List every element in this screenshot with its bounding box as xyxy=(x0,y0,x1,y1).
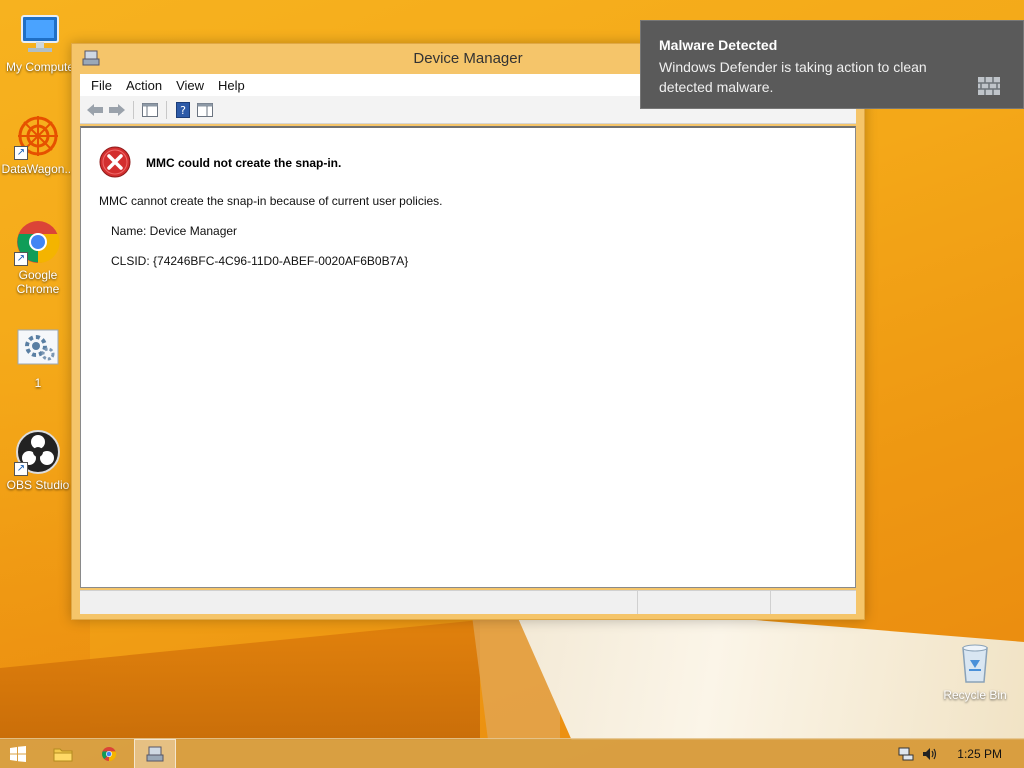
recycle-bin-icon xyxy=(962,644,988,683)
tray-volume[interactable] xyxy=(920,739,940,768)
error-icon xyxy=(99,146,131,178)
device-manager-window[interactable]: Device Manager File Action View Help ? M… xyxy=(71,43,865,620)
status-bar xyxy=(80,590,856,614)
volume-icon xyxy=(923,748,937,760)
desktop-icon-obs[interactable]: ↗ OBS Studio xyxy=(0,428,76,492)
help-button[interactable]: ? xyxy=(172,99,194,121)
taskbar-mmc[interactable] xyxy=(134,739,176,768)
menu-help[interactable]: Help xyxy=(211,78,252,93)
taskbar-file-explorer[interactable] xyxy=(44,739,82,768)
toolbar-separator xyxy=(133,100,134,119)
properties-button[interactable] xyxy=(194,99,216,121)
desktop-icon-label: Recycle Bin xyxy=(943,688,1007,702)
menu-action[interactable]: Action xyxy=(119,78,169,93)
error-clsid: CLSID: {74246BFC-4C96-11D0-ABEF-0020AF6B… xyxy=(111,254,409,268)
start-icon xyxy=(10,746,26,762)
back-icon xyxy=(87,103,103,116)
taskbar-chrome[interactable] xyxy=(90,739,128,768)
desktop-icon-label: 1 xyxy=(34,376,42,390)
desktop-icon-datawagon[interactable]: ↗ DataWagon... xyxy=(0,112,76,176)
help-icon: ? xyxy=(176,101,190,118)
status-pane xyxy=(771,591,851,614)
menu-file[interactable]: File xyxy=(84,78,119,93)
file-explorer-icon xyxy=(53,748,73,762)
desktop-icon-my-computer[interactable]: My Compute xyxy=(2,10,78,74)
malware-notification[interactable]: Malware Detected Windows Defender is tak… xyxy=(640,20,1024,109)
chrome-icon xyxy=(102,747,117,762)
desktop-icon-recycle-bin[interactable]: Recycle Bin xyxy=(937,638,1013,702)
desktop-icon-label: My Compute xyxy=(5,60,75,74)
snap-in-error-panel: MMC could not create the snap-in. MMC ca… xyxy=(80,126,856,588)
menu-view[interactable]: View xyxy=(169,78,211,93)
desktop-icon-1[interactable]: 1 xyxy=(0,326,76,390)
back-button[interactable] xyxy=(84,99,106,121)
show-hide-tree-icon xyxy=(142,102,158,117)
desktop-icon-chrome[interactable]: ↗ Google Chrome xyxy=(0,218,76,296)
tray-network[interactable] xyxy=(896,739,916,768)
desktop-icon-label: DataWagon... xyxy=(1,162,75,176)
forward-button[interactable] xyxy=(106,99,128,121)
desktop-icon-label: Google Chrome xyxy=(16,268,60,296)
forward-icon xyxy=(109,103,125,116)
shortcut-arrow-icon: ↗ xyxy=(14,146,28,160)
shortcut-arrow-icon: ↗ xyxy=(14,462,28,476)
properties-icon xyxy=(197,102,213,117)
computer-icon xyxy=(21,15,59,52)
shortcut-arrow-icon: ↗ xyxy=(14,252,28,266)
toolbar-separator xyxy=(166,100,167,119)
defender-wall-icon xyxy=(978,77,1000,95)
taskbar-clock[interactable]: 1:25 PM xyxy=(957,747,1002,761)
notification-title: Malware Detected xyxy=(659,37,778,53)
status-pane xyxy=(638,591,771,614)
status-pane xyxy=(80,591,638,614)
notification-body: Windows Defender is taking action to cle… xyxy=(659,59,927,95)
svg-text:?: ? xyxy=(180,104,186,117)
taskbar: 1:25 PM xyxy=(0,738,1024,768)
error-snapin-name: Name: Device Manager xyxy=(111,224,238,238)
show-hide-tree-button[interactable] xyxy=(139,99,161,121)
network-icon xyxy=(898,747,914,761)
settings-file-icon xyxy=(17,329,59,365)
mmc-icon xyxy=(146,746,164,762)
error-message: MMC cannot create the snap-in because of… xyxy=(99,194,443,208)
error-heading: MMC could not create the snap-in. xyxy=(146,156,342,170)
desktop-icon-label: OBS Studio xyxy=(6,478,70,492)
start-button[interactable] xyxy=(0,739,36,768)
